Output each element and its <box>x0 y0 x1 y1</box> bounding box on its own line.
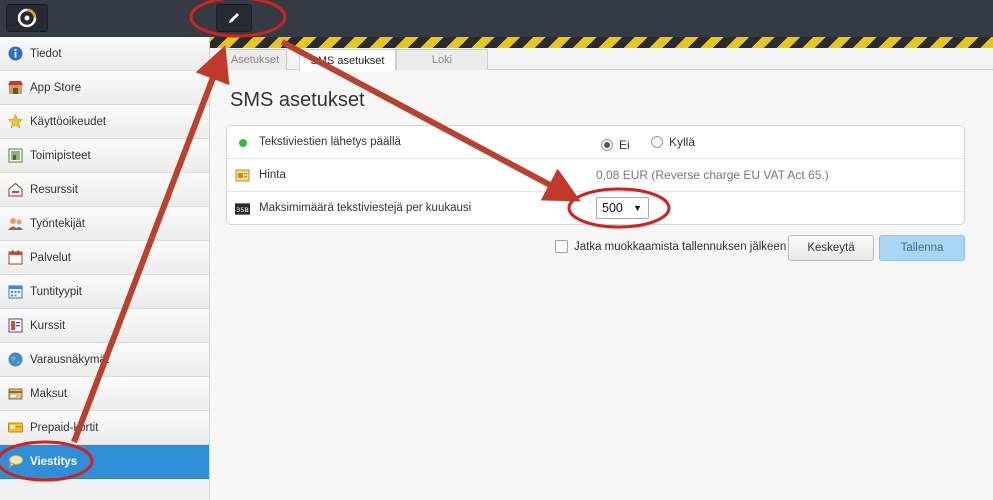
radio-ei-dot <box>601 139 613 151</box>
max-messages-select[interactable]: 500 ▼ <box>596 197 649 219</box>
sidebar-item-label: Tiedot <box>30 47 62 60</box>
sidebar-item-label: Resurssit <box>30 183 78 196</box>
cancel-button[interactable]: Keskeytä <box>788 235 874 261</box>
radio-kylla-label: Kyllä <box>669 135 696 149</box>
tab-loki[interactable]: Loki <box>396 49 488 70</box>
people-icon <box>8 216 23 231</box>
price-label: Hinta <box>259 169 286 181</box>
prepaid-card-icon <box>8 420 23 435</box>
radio-kylla-dot <box>651 136 664 148</box>
info-icon <box>8 46 23 61</box>
chevron-down-icon: ▼ <box>633 203 642 213</box>
sidebar-item-app-store[interactable]: App Store <box>0 71 209 105</box>
sidebar-item-label: Toimipisteet <box>30 149 91 162</box>
sidebar-item-label: Kurssit <box>30 319 66 332</box>
sidebar-item-label: Maksut <box>30 387 68 400</box>
svg-text:35B: 35B <box>236 205 249 213</box>
sidebar-item-label: Varausnäkymät <box>30 353 110 366</box>
sidebar: Tiedot App Store Käyttöoikeudet Toimipis… <box>0 37 210 500</box>
payment-icon <box>8 386 23 401</box>
resource-icon <box>8 182 23 197</box>
app-logo-button[interactable] <box>6 4 48 32</box>
store-icon <box>8 80 23 95</box>
page-title: SMS asetukset <box>230 89 365 111</box>
sidebar-item-label: Tuntityypit <box>30 285 82 298</box>
save-button[interactable]: Tallenna <box>879 235 965 261</box>
sms-count-icon: 35B <box>235 201 250 216</box>
tab-bar: Asetukset SMS asetukset Loki <box>210 48 993 71</box>
sidebar-item-varausnakymat[interactable]: Varausnäkymät <box>0 343 209 377</box>
sidebar-item-label: Viestitys <box>30 455 78 468</box>
sidebar-item-kurssit[interactable]: Kurssit <box>0 309 209 343</box>
sidebar-item-label: Työntekijät <box>30 217 85 230</box>
sending-row: Tekstiviestien lähetys päällä Ei Kyllä <box>227 126 964 159</box>
sidebar-item-tyontekijat[interactable]: Työntekijät <box>0 207 209 241</box>
checkbox-box <box>555 240 568 253</box>
form-actions: Jatka muokkaamista tallennuksen jälkeen … <box>555 235 965 261</box>
calendar-grid-icon <box>8 284 23 299</box>
hazard-stripe <box>210 37 993 48</box>
location-icon <box>8 148 23 163</box>
sidebar-item-toimipisteet[interactable]: Toimipisteet <box>0 139 209 173</box>
sidebar-item-label: Prepaid-kortit <box>30 421 99 434</box>
sidebar-item-resurssit[interactable]: Resurssit <box>0 173 209 207</box>
green-dot-icon <box>235 135 250 150</box>
radio-kylla[interactable]: Kyllä <box>651 135 695 149</box>
sidebar-item-label: App Store <box>30 81 82 94</box>
sidebar-item-kayttooikeudet[interactable]: Käyttöoikeudet <box>0 105 209 139</box>
main-content: Asetukset SMS asetukset Loki SMS asetuks… <box>210 37 993 500</box>
sending-label: Tekstiviestien lähetys päällä <box>259 136 401 148</box>
sidebar-item-palvelut[interactable]: Palvelut <box>0 241 209 275</box>
edit-button[interactable] <box>216 4 252 32</box>
sending-radio-group: Ei Kyllä <box>601 135 713 152</box>
globe-icon <box>8 352 23 367</box>
max-messages-label: Maksimimäärä tekstiviestejä per kuukausi <box>259 202 472 214</box>
star-icon <box>8 114 23 129</box>
top-bar <box>0 0 993 37</box>
radio-ei[interactable]: Ei <box>601 138 630 152</box>
sidebar-item-prepaid-kortit[interactable]: Prepaid-kortit <box>0 411 209 445</box>
price-row: Hinta 0,08 EUR (Reverse charge EU VAT Ac… <box>227 159 964 192</box>
pencil-icon <box>229 13 239 23</box>
chat-icon <box>8 454 23 469</box>
radio-ei-label: Ei <box>619 138 630 152</box>
price-value: 0,08 EUR (Reverse charge EU VAT Act 65.) <box>596 168 829 182</box>
course-icon <box>8 318 23 333</box>
continue-editing-label: Jatka muokkaamista tallennuksen jälkeen <box>574 240 787 253</box>
max-messages-row: 35B Maksimimäärä tekstiviestejä per kuuk… <box>227 192 964 225</box>
sidebar-item-label: Palvelut <box>30 251 71 264</box>
continue-editing-checkbox[interactable]: Jatka muokkaamista tallennuksen jälkeen <box>555 240 786 253</box>
max-messages-value: 500 <box>602 201 623 215</box>
sidebar-item-maksut[interactable]: Maksut <box>0 377 209 411</box>
price-tag-icon <box>235 168 250 183</box>
sidebar-item-viestitys[interactable]: Viestitys <box>0 445 209 479</box>
sidebar-item-tiedot[interactable]: Tiedot <box>0 37 209 71</box>
sidebar-item-label: Käyttöoikeudet <box>30 115 107 128</box>
app-logo-icon <box>17 8 37 28</box>
sidebar-item-tuntityypit[interactable]: Tuntityypit <box>0 275 209 309</box>
calendar-icon <box>8 250 23 265</box>
tab-asetukset[interactable]: Asetukset <box>223 49 287 70</box>
tab-sms-asetukset[interactable]: SMS asetukset <box>299 49 396 71</box>
settings-panel: Tekstiviestien lähetys päällä Ei Kyllä H… <box>226 125 965 225</box>
